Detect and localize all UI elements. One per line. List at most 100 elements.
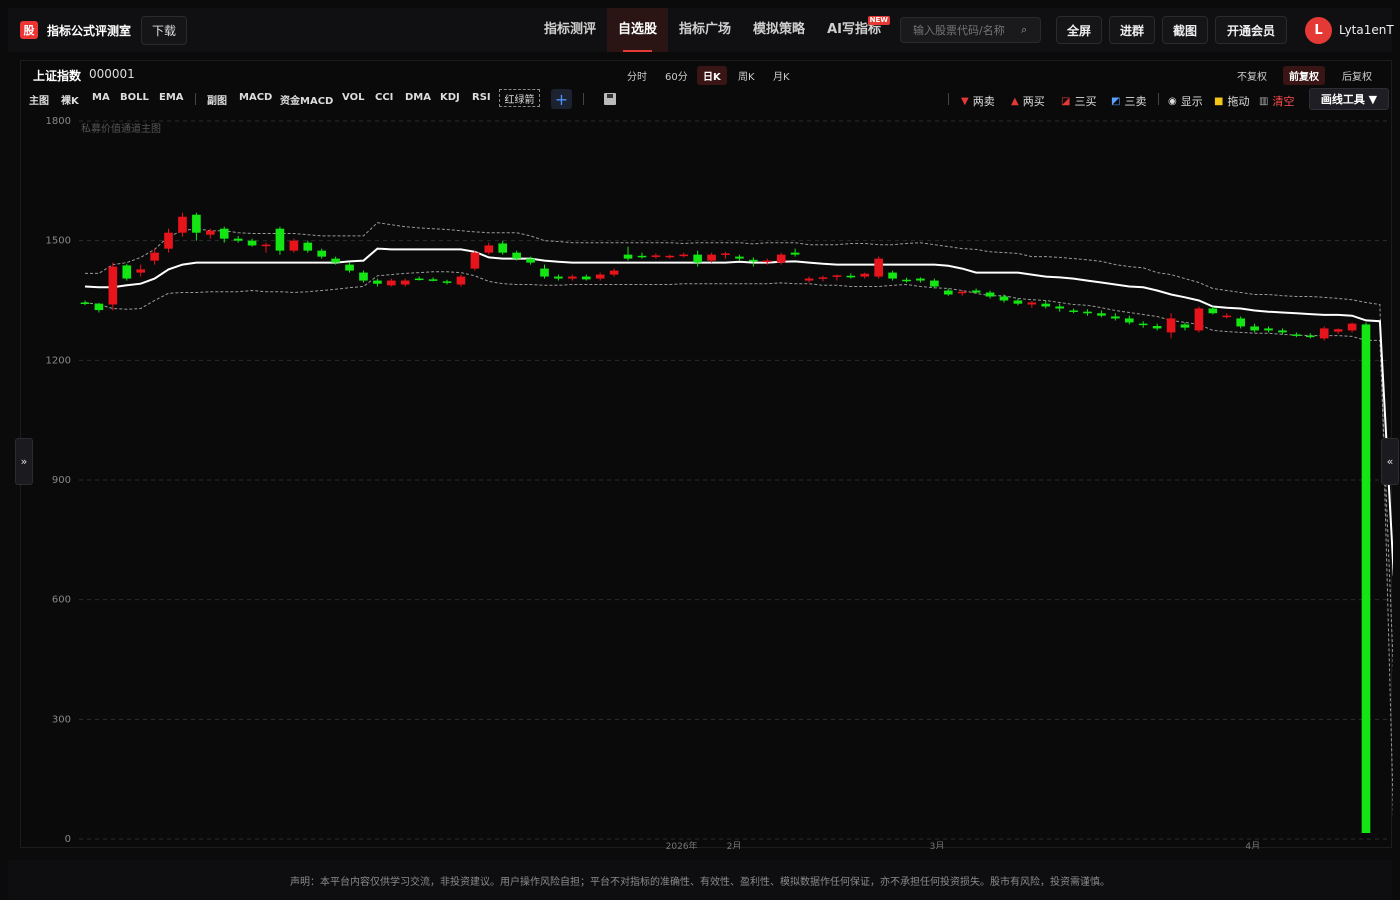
candle-body [1152, 326, 1162, 329]
show-toggle[interactable]: ◉ 显示 [1168, 93, 1203, 109]
chart-svg[interactable]: 0 300 600 900 1200 1500 1800 私募价值通道主图 2026年 2月 3月 4… [21, 113, 1395, 852]
candle-body [985, 292, 995, 297]
candle-body [846, 275, 856, 278]
drag-toggle[interactable]: ■ 拖动 [1214, 93, 1249, 109]
indicator-ema[interactable]: EMA [159, 92, 184, 103]
adjust-forward[interactable]: 前复权 [1283, 66, 1325, 85]
indicator-vol[interactable]: VOL [342, 92, 364, 103]
search-input[interactable] [911, 22, 1021, 38]
candle-body [150, 252, 159, 261]
tool-label: 两卖 [972, 95, 995, 108]
app-logo[interactable]: 股 指标公式评测室 [20, 21, 131, 39]
three-sell-tool[interactable]: ◩ 三卖 [1111, 93, 1146, 109]
chart-panel: 上证指数 000001 分时 60分 日K 周K 月K 不复权 前复权 后复权 … [15, 60, 1399, 852]
candle-body [1194, 308, 1204, 331]
period-tab-minute[interactable]: 分时 [621, 66, 653, 85]
candle-body [735, 256, 744, 259]
candle-body [1222, 315, 1232, 318]
two-buy-tool[interactable]: ▲ 两买 [1011, 93, 1045, 109]
candle-body [261, 244, 271, 247]
candle-body [192, 214, 201, 233]
stock-search[interactable]: ⌕ [900, 17, 1041, 43]
candle-body [1180, 324, 1190, 328]
candle-body [1083, 311, 1092, 314]
lock-icon: ■ [1214, 95, 1224, 107]
candle-body [1111, 316, 1120, 319]
three-buy-tool[interactable]: ◪ 三买 [1061, 93, 1096, 109]
y-tick-label: 600 [52, 595, 71, 606]
candle-body [637, 255, 647, 258]
candle-body [136, 269, 146, 273]
candle-body [540, 268, 549, 277]
nav-label: 自选股 [618, 22, 658, 37]
add-indicator-icon[interactable]: + [551, 89, 572, 109]
nav-item-indicator-square[interactable]: 指标广场 [668, 8, 742, 52]
period-tab-daily[interactable]: 日K [697, 66, 727, 85]
indicator-kdj[interactable]: KDJ [440, 92, 460, 103]
save-icon[interactable] [604, 93, 616, 105]
candle-body [1166, 318, 1176, 333]
adjust-backward[interactable]: 后复权 [1336, 66, 1378, 85]
candle-body [776, 254, 786, 263]
indicator-dma[interactable]: DMA [405, 92, 431, 103]
candle-body [609, 270, 619, 275]
indicator-main[interactable]: 主图 [29, 92, 49, 107]
candle-body [1278, 330, 1287, 333]
screenshot-button[interactable]: 截图 [1162, 16, 1208, 44]
candle-body [888, 272, 897, 279]
period-tab-weekly[interactable]: 周K [732, 66, 761, 85]
tool-label: 显示 [1180, 95, 1203, 108]
indicator-ma[interactable]: MA [92, 92, 110, 103]
candle-body [1013, 300, 1023, 304]
indicator-rsi[interactable]: RSI [472, 92, 491, 103]
y-tick-label: 0 [65, 834, 71, 845]
candle-body [930, 280, 939, 287]
nav-item-watchlist[interactable]: 自选股 [607, 8, 669, 52]
disclaimer-footer: 声明：本平台内容仅供学习交流，非投资建议。用户操作风险自担；平台不对指标的准确性… [8, 860, 1392, 900]
nav-item-simulated-strategy[interactable]: 模拟策略 [742, 8, 816, 52]
fullscreen-button[interactable]: 全屏 [1056, 16, 1102, 44]
candle-body [359, 272, 368, 281]
candle-body [679, 254, 689, 257]
indicator-boll[interactable]: BOLL [120, 92, 149, 103]
two-sell-tool[interactable]: ▼ 两卖 [961, 93, 995, 109]
indicator-naked-k[interactable]: 裸K [61, 92, 79, 107]
candle-body [373, 280, 382, 284]
triangle-up-icon: ▲ [1011, 95, 1019, 107]
app-title: 指标公式评测室 [47, 23, 132, 38]
candle-body [233, 238, 243, 241]
candlestick-chart[interactable]: 0 300 600 900 1200 1500 1800 私募价值通道主图 2026年 2月 3月 4… [21, 113, 1395, 852]
candle-body [512, 252, 521, 259]
download-button[interactable]: 下载 [141, 15, 188, 45]
candle-body [581, 276, 591, 280]
indicator-macd[interactable]: MACD [239, 92, 272, 103]
join-group-button[interactable]: 进群 [1109, 16, 1155, 44]
indicator-cci[interactable]: CCI [375, 92, 393, 103]
candle-body [554, 276, 563, 279]
candle-body [1097, 313, 1106, 316]
candle-body [345, 264, 354, 271]
search-icon[interactable]: ⌕ [1021, 23, 1027, 37]
period-tab-monthly[interactable]: 月K [767, 66, 796, 85]
nav-item-ai-indicator[interactable]: AI写指标 NEW [816, 8, 892, 52]
candle-body [1305, 335, 1315, 338]
new-badge: NEW [867, 16, 890, 25]
username[interactable]: Lyta1enT [1339, 23, 1394, 37]
indicator-sub[interactable]: 副图 [207, 92, 227, 107]
indicator-fund-macd[interactable]: 资金MACD [280, 92, 333, 107]
tool-label: 两买 [1022, 95, 1045, 108]
avatar[interactable]: L [1305, 17, 1332, 44]
adjust-none[interactable]: 不复权 [1231, 66, 1273, 85]
right-panel-toggle[interactable]: « [1381, 438, 1399, 485]
period-tab-60min[interactable]: 60分 [659, 66, 694, 85]
left-panel-toggle[interactable]: » [15, 438, 33, 485]
candle-body [1361, 324, 1371, 834]
drawing-tools-button[interactable]: 画线工具 ▼ [1309, 88, 1389, 110]
candle-body [94, 303, 104, 311]
membership-button[interactable]: 开通会员 [1215, 16, 1287, 44]
clear-tool[interactable]: ▥ 清空 [1259, 93, 1294, 109]
red-green-arrow-button[interactable]: 红绿箭 [499, 89, 540, 107]
candle-body [1069, 310, 1078, 312]
nav-item-indicator-review[interactable]: 指标测评 [533, 8, 607, 52]
candle-body [498, 243, 508, 253]
